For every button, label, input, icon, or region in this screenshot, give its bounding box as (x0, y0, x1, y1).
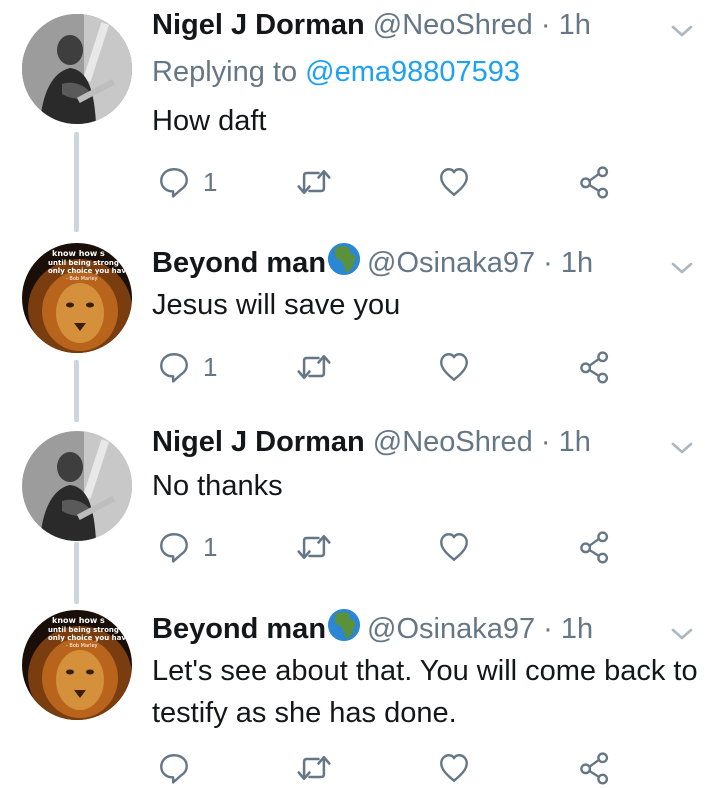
svg-text:only choice you have.: only choice you have. (48, 634, 132, 642)
reply-icon (157, 530, 191, 564)
svg-text:know how s: know how s (52, 616, 105, 625)
timestamp[interactable]: 1h (559, 426, 591, 458)
separator: · (535, 613, 561, 645)
share-icon (578, 751, 612, 785)
like-icon (437, 165, 471, 199)
svg-text:know how s: know how s (52, 249, 105, 258)
tweet-actions: 1 (152, 347, 622, 387)
chevron-down-icon[interactable] (670, 256, 694, 280)
retweet-button[interactable] (296, 162, 332, 202)
chevron-down-icon[interactable] (670, 19, 694, 43)
avatar[interactable] (22, 431, 132, 541)
lion-avatar-image: know how s until being strong is only ch… (22, 610, 132, 720)
handle[interactable]: @Osinaka97 (367, 613, 535, 645)
thread-connector (74, 360, 79, 422)
avatar[interactable]: know how s until being strong is only ch… (22, 243, 132, 353)
svg-text:until being strong is: until being strong is (48, 259, 128, 267)
reply-button[interactable] (157, 748, 191, 788)
like-button[interactable] (437, 162, 471, 202)
thread-connector (74, 542, 79, 604)
timestamp[interactable]: 1h (561, 613, 593, 645)
lion-avatar-image: know how s until being strong is only ch… (22, 243, 132, 353)
separator: · (532, 9, 559, 41)
replying-to: Replying to @ema98807593 (152, 52, 520, 92)
separator: · (535, 247, 561, 279)
tweet-text: No thanks (152, 470, 283, 502)
reply-icon (157, 751, 191, 785)
tweet-text: How daft (152, 105, 267, 137)
display-name[interactable]: Nigel J Dorman (152, 9, 365, 41)
like-button[interactable] (437, 527, 471, 567)
share-button[interactable] (578, 162, 612, 202)
timestamp[interactable]: 1h (559, 9, 591, 41)
reply-icon (157, 165, 191, 199)
retweet-button[interactable] (296, 748, 332, 788)
chevron-down-icon[interactable] (670, 622, 694, 646)
svg-text:- Bob Marley: - Bob Marley (66, 643, 98, 649)
like-button[interactable] (437, 748, 471, 788)
tweet-header: Nigel J Dorman @NeoShred · 1h (152, 422, 670, 462)
retweet-icon (296, 529, 332, 565)
share-button[interactable] (578, 748, 612, 788)
tweet-actions: 1 (152, 162, 622, 202)
display-name[interactable]: Beyond man (152, 247, 326, 279)
replying-to-link[interactable]: @ema98807593 (305, 56, 520, 88)
handle[interactable]: @NeoShred (373, 9, 533, 41)
like-icon (437, 350, 471, 384)
display-name[interactable]: Beyond man (152, 613, 326, 645)
reply-button[interactable]: 1 (157, 527, 217, 567)
guitarist-avatar-image (22, 14, 132, 124)
retweet-icon (296, 750, 332, 786)
share-icon (578, 350, 612, 384)
reply-icon (157, 350, 191, 384)
chevron-down-icon[interactable] (670, 436, 694, 460)
like-button[interactable] (437, 347, 471, 387)
like-icon (437, 530, 471, 564)
separator: · (532, 426, 559, 458)
avatar[interactable] (22, 14, 132, 124)
share-icon (578, 165, 612, 199)
reply-count: 1 (203, 531, 218, 562)
tweet-text: Jesus will save you (152, 289, 401, 321)
thread-connector (74, 132, 79, 232)
reply-button[interactable]: 1 (157, 347, 217, 387)
share-button[interactable] (578, 527, 612, 567)
globe-africa-icon (327, 242, 361, 276)
svg-text:until being strong is: until being strong is (48, 626, 128, 634)
tweet-actions: 1 (152, 527, 622, 567)
tweet-text: Let's see about that. You will come back… (152, 655, 698, 729)
reply-count: 1 (203, 351, 218, 382)
retweet-icon (296, 349, 332, 385)
retweet-icon (296, 164, 332, 200)
svg-text:- Bob Marley: - Bob Marley (66, 276, 98, 282)
tweet-header: Beyond man @Osinaka97 · 1h (152, 242, 670, 282)
display-name[interactable]: Nigel J Dorman (152, 426, 365, 458)
tweet-actions (152, 748, 622, 788)
retweet-button[interactable] (296, 347, 332, 387)
tweet-header: Nigel J Dorman @NeoShred · 1h (152, 5, 670, 45)
replying-to-label: Replying to (152, 56, 306, 88)
avatar[interactable]: know how s until being strong is only ch… (22, 610, 132, 720)
handle[interactable]: @NeoShred (373, 426, 533, 458)
guitarist-avatar-image (22, 431, 132, 541)
handle[interactable]: @Osinaka97 (367, 247, 535, 279)
tweet-header: Beyond man @Osinaka97 · 1h (152, 608, 670, 648)
globe-africa-icon (327, 608, 361, 642)
reply-button[interactable]: 1 (157, 162, 217, 202)
timestamp[interactable]: 1h (561, 247, 593, 279)
svg-text:only choice you have.: only choice you have. (48, 267, 132, 275)
share-button[interactable] (578, 347, 612, 387)
share-icon (578, 530, 612, 564)
reply-count: 1 (203, 166, 218, 197)
like-icon (437, 751, 471, 785)
retweet-button[interactable] (296, 527, 332, 567)
